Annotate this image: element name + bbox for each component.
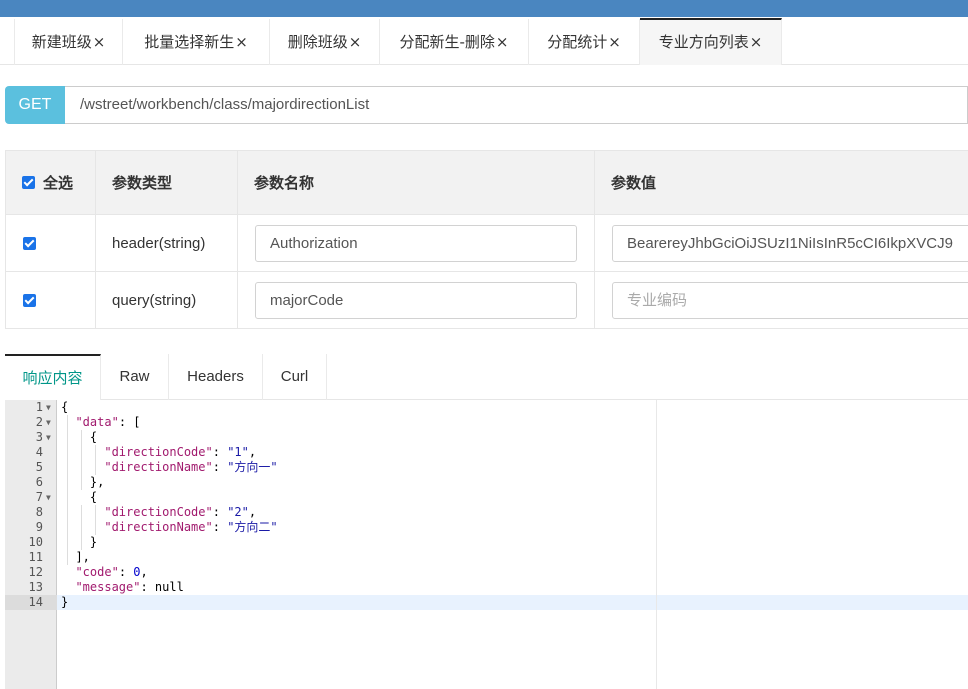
param-name-input[interactable]: Authorization — [255, 225, 577, 262]
row-checkbox-cell[interactable] — [6, 215, 96, 271]
line-number: 8 — [35, 505, 43, 519]
close-icon[interactable]: × — [608, 33, 621, 51]
top-bar — [0, 0, 968, 17]
response-tabs: 响应内容 Raw Headers Curl — [5, 354, 968, 400]
params-header-row: 全选 参数类型 参数名称 参数值 — [6, 151, 968, 215]
code-text: ], — [61, 550, 90, 564]
code-text: }, — [61, 475, 105, 489]
line-number: 4 — [35, 445, 43, 459]
line-number: 6 — [35, 475, 43, 489]
code-text: "directionCode": "1", — [104, 445, 257, 459]
col-header-name: 参数名称 — [238, 151, 595, 214]
close-icon[interactable]: × — [93, 33, 106, 51]
line-number: 1 — [35, 400, 43, 414]
request-url-bar: GET /wstreet/workbench/class/majordirect… — [5, 86, 968, 124]
code-text: { — [61, 490, 98, 504]
tab-new-class[interactable]: 新建班级× — [15, 19, 123, 65]
code-line: 8 "directionCode": "2", — [5, 505, 968, 520]
table-row: header(string) Authorization BearereyJhb… — [6, 215, 968, 272]
param-value-input[interactable]: 专业编码 — [612, 282, 968, 319]
tab-label: 新建班级 — [31, 33, 92, 51]
line-number: 5 — [35, 460, 43, 474]
code-line: 13 "message": null — [5, 580, 968, 595]
close-icon[interactable]: × — [750, 33, 763, 51]
code-text: "data": [ — [75, 415, 141, 429]
code-line: 5 "directionName": "方向一" — [5, 460, 968, 475]
row-checkbox[interactable] — [23, 236, 36, 250]
code-line: 12 "code": 0, — [5, 565, 968, 580]
tab-label: 专业方向列表 — [658, 33, 749, 51]
close-icon[interactable]: × — [235, 33, 248, 51]
select-all-checkbox[interactable] — [22, 176, 35, 189]
code-line: 14} — [5, 595, 968, 610]
line-number: 9 — [35, 520, 43, 534]
tab-assign-delete[interactable]: 分配新生-删除× — [380, 19, 529, 65]
param-type: header(string) — [96, 215, 238, 271]
fold-arrow-icon[interactable]: ▼ — [46, 490, 51, 505]
close-icon[interactable]: × — [349, 33, 362, 51]
col-header-value: 参数值 — [611, 174, 657, 192]
http-method-badge[interactable]: GET — [5, 86, 65, 124]
code-text: "directionName": "方向一" — [104, 460, 278, 474]
table-row: query(string) majorCode 专业编码 — [6, 272, 968, 329]
code-line: 6 }, — [5, 475, 968, 490]
param-name-cell: majorCode — [238, 272, 595, 328]
code-text: "directionName": "方向二" — [104, 520, 278, 534]
tab-major-direction-list[interactable]: 专业方向列表× — [640, 18, 782, 65]
param-value-cell: BearereyJhbGciOiJSUzI1NiIsInR5cCI6IkpXVC… — [595, 215, 968, 271]
line-number: 14 — [28, 595, 43, 609]
row-checkbox-cell[interactable] — [6, 272, 96, 328]
tab-headers[interactable]: Headers — [169, 354, 263, 400]
param-name-cell: Authorization — [238, 215, 595, 271]
tab-label: 分配统计 — [547, 33, 608, 51]
code-line: 3 ▼ { — [5, 430, 968, 445]
tab-label: 批量选择新生 — [144, 33, 235, 51]
code-line: 1 ▼ { — [5, 400, 968, 415]
code-text: "directionCode": "2", — [104, 505, 257, 519]
code-line: 2 ▼ "data": [ — [5, 415, 968, 430]
fold-arrow-icon[interactable]: ▼ — [46, 400, 51, 415]
code-text: "message": null — [75, 580, 184, 594]
url-input[interactable]: /wstreet/workbench/class/majordirectionL… — [65, 86, 968, 124]
line-number: 3 — [35, 430, 43, 444]
line-number: 11 — [28, 550, 43, 564]
select-all-label: 全选 — [43, 174, 74, 192]
page-tabs: 新建班级× 批量选择新生× 删除班级× 分配新生-删除× 分配统计× 专业方向列… — [0, 17, 968, 65]
tab-batch-select[interactable]: 批量选择新生× — [123, 19, 270, 65]
code-text: { — [61, 400, 69, 414]
code-text: "code": 0, — [75, 565, 148, 579]
code-line: 7 ▼ { — [5, 490, 968, 505]
code-text: } — [61, 595, 69, 609]
row-checkbox[interactable] — [23, 293, 36, 307]
param-name-input[interactable]: majorCode — [255, 282, 577, 319]
line-number: 10 — [28, 535, 43, 549]
code-line: 4 "directionCode": "1", — [5, 445, 968, 460]
tab-delete-class[interactable]: 删除班级× — [270, 19, 380, 65]
select-all-cell[interactable]: 全选 — [6, 151, 96, 214]
param-type: query(string) — [96, 272, 238, 328]
tab-label: 删除班级 — [287, 33, 348, 51]
tab-response-content[interactable]: 响应内容 — [5, 354, 101, 400]
param-value-cell: 专业编码 — [595, 272, 968, 328]
tab-curl[interactable]: Curl — [263, 354, 327, 400]
close-icon[interactable]: × — [496, 33, 509, 51]
params-table: 全选 参数类型 参数名称 参数值 header(string) Authoriz… — [5, 150, 968, 329]
line-number: 13 — [28, 580, 43, 594]
col-header-type: 参数类型 — [96, 151, 238, 214]
line-number: 12 — [28, 565, 43, 579]
code-line: 11 ], — [5, 550, 968, 565]
param-value-input[interactable]: BearereyJhbGciOiJSUzI1NiIsInR5cCI6IkpXVC… — [612, 225, 968, 262]
tab-label: 分配新生-删除 — [399, 33, 495, 51]
tab-assign-stats[interactable]: 分配统计× — [529, 19, 640, 65]
code-text: { — [61, 430, 98, 444]
line-number: 2 — [35, 415, 43, 429]
line-number: 7 — [35, 490, 43, 504]
code-text: } — [61, 535, 98, 549]
response-code-editor[interactable]: 1 ▼{2 ▼ "data": [3 ▼ {4 "directionCode": "1… — [5, 400, 968, 689]
fold-arrow-icon[interactable]: ▼ — [46, 415, 51, 430]
tab-raw[interactable]: Raw — [101, 354, 169, 400]
code-line: 10 } — [5, 535, 968, 550]
fold-arrow-icon[interactable]: ▼ — [46, 430, 51, 445]
code-line: 9 "directionName": "方向二" — [5, 520, 968, 535]
